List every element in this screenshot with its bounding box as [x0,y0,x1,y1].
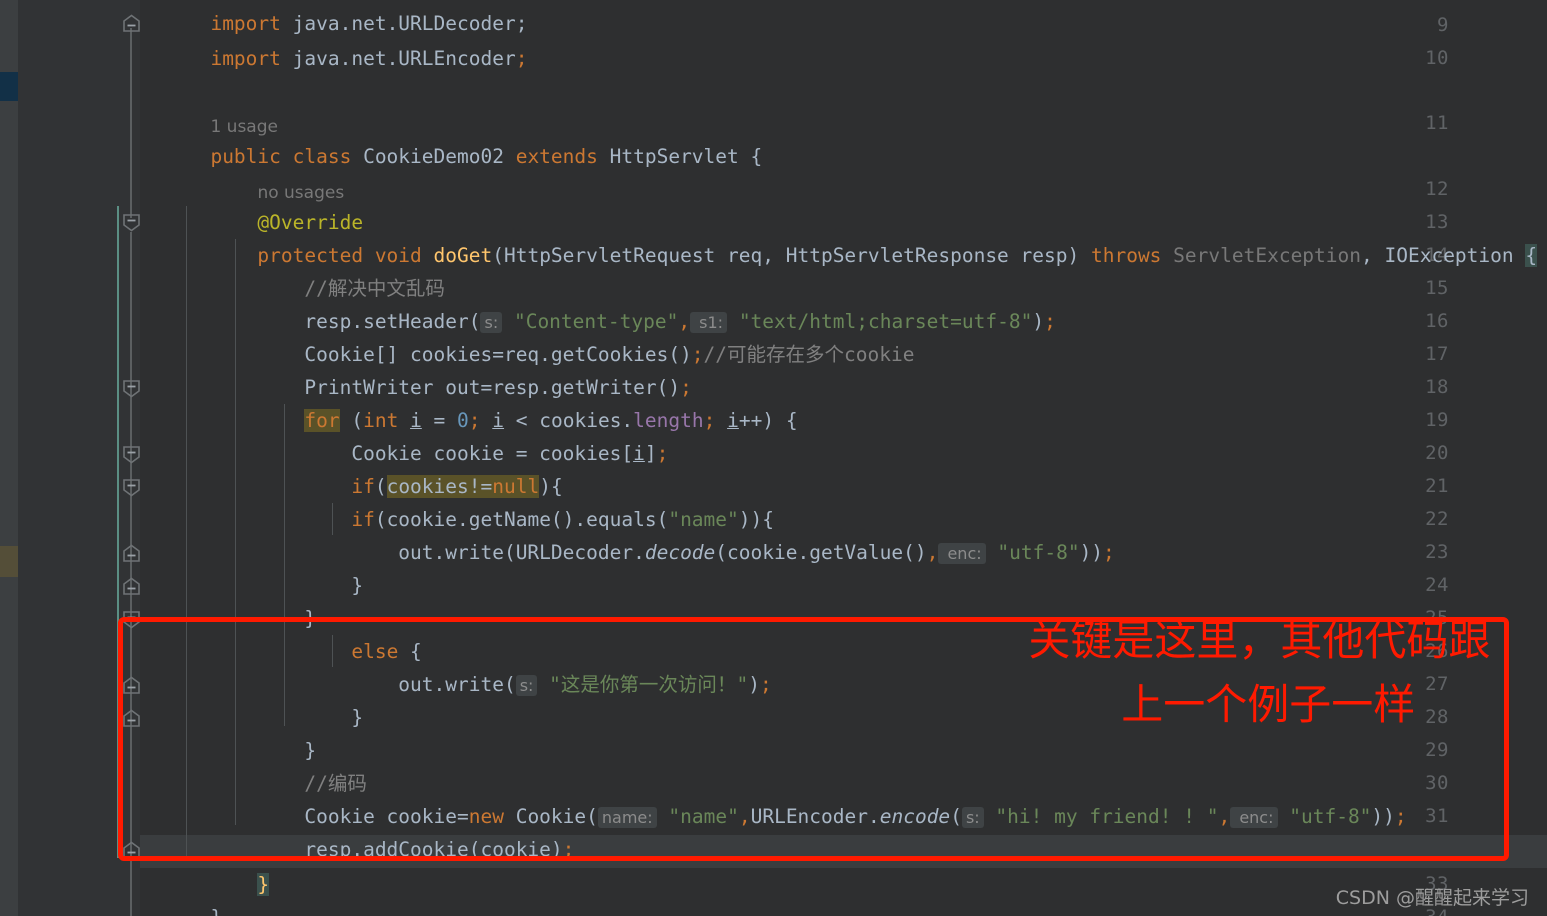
code-line-20[interactable]: if(cookies!=null){ [140,437,563,498]
fold-toggle-icon[interactable] [121,444,142,465]
code-line-17[interactable]: PrintWriter out=resp.getWriter(); [140,338,691,399]
code-line-16[interactable]: Cookie[] cookies=req.getCookies();//可能存在… [140,305,914,366]
vcs-marker-modified[interactable] [0,546,18,577]
fold-region-line [130,232,132,916]
fold-toggle-icon[interactable] [121,378,142,399]
code-line-9[interactable]: import java.net.URLEncoder; [140,9,527,70]
code-line-18[interactable]: for (int i = 0; i < cookies.length; i++)… [140,371,798,432]
fold-toggle-icon[interactable] [121,477,142,498]
code-line-27[interactable]: } [140,668,363,729]
parameter-hint-name: name: [597,807,657,828]
code-line-25[interactable]: else { [140,602,421,663]
inlay-hint-usage-class[interactable]: 1 usage [140,76,278,137]
code-line-21[interactable]: if(cookie.getName().equals("name")){ [140,470,774,531]
code-line-24[interactable]: } [140,569,316,630]
code-line-29[interactable]: //编码 [140,734,367,795]
parameter-hint-enc: enc: [1230,807,1278,828]
code-folding-column[interactable] [120,0,142,916]
annotation-red-note-line2: 上一个例子一样 [975,630,1508,780]
vcs-marker-added[interactable] [0,72,18,101]
fold-toggle-icon[interactable] [121,576,142,597]
code-line-11[interactable]: public class CookieDemo02 extends HttpSe… [140,107,762,168]
code-line-22[interactable]: out.write(URLDecoder.decode(cookie.getVa… [140,503,1115,564]
code-line-28[interactable]: } [140,701,316,762]
fold-toggle-icon[interactable] [121,675,142,696]
vcs-annotation-strip[interactable] [0,0,18,916]
fold-toggle-icon[interactable] [121,13,142,34]
fold-region-line [130,28,132,218]
code-line-33[interactable]: } [140,868,222,916]
parameter-hint-s: s: [515,675,538,696]
annotation-note-text-2: 上一个例子一样 [1121,680,1416,729]
code-line-31[interactable]: resp.addCookie(cookie); [140,800,574,861]
inlay-hint-usage-method[interactable]: no usages [140,142,344,203]
code-line-15[interactable]: resp.setHeader(s: "Content-type", s1: "t… [140,272,1056,333]
code-line-14[interactable]: //解决中文乱码 [140,239,445,300]
fold-toggle-icon[interactable] [121,609,142,630]
code-line-26[interactable]: out.write(s: "这是你第一次访问！"); [140,635,772,696]
matched-brace: } [257,873,270,896]
parameter-hint-enc: enc: [938,543,986,564]
fold-toggle-icon[interactable] [121,543,142,564]
parameter-hint-s: s: [961,807,984,828]
code-line-23[interactable]: } [140,536,363,597]
fold-toggle-icon[interactable] [121,708,142,729]
watermark: CSDN @醒醒起来学习 [1335,887,1529,909]
fold-toggle-icon[interactable] [121,840,142,861]
code-line-32[interactable]: } [140,835,270,896]
code-line-12[interactable]: @Override [140,173,363,234]
code-line-19[interactable]: Cookie cookie = cookies[i]; [140,404,668,465]
fold-toggle-icon[interactable] [121,212,142,233]
code-editor[interactable]: 9 10 11 12 13 14 15 16 17 18 19 20 21 22 23 24 25 26 27 28 2… [0,0,1547,916]
method-scope-indicator [117,206,119,858]
code-line-partial-top[interactable]: import java.net.URLDecoder; [140,0,527,35]
code-line-13[interactable]: protected void doGet(HttpServletRequest … [140,206,1538,267]
